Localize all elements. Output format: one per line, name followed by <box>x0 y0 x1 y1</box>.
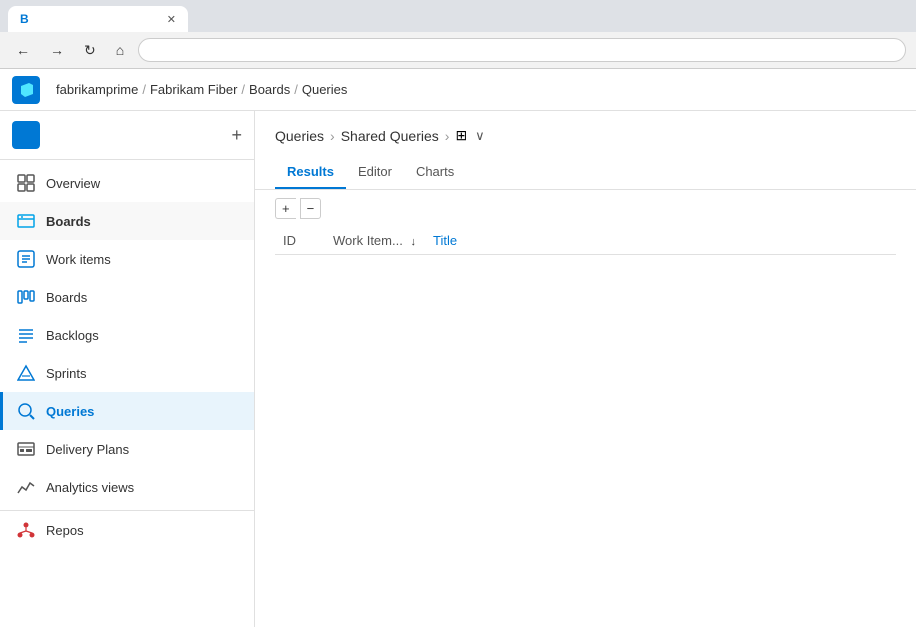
page-title-chevron[interactable]: ∨ <box>475 128 485 144</box>
content-area: Queries › Shared Queries › ⊞ ∨ Results E… <box>255 111 916 627</box>
sidebar-item-repos[interactable]: Repos <box>0 510 254 549</box>
new-tab-button[interactable] <box>192 15 208 23</box>
sidebar-item-queries-label: Queries <box>46 404 94 419</box>
boards-icon <box>16 287 36 307</box>
repos-icon <box>16 520 36 540</box>
back-button[interactable]: ← <box>10 40 36 60</box>
breadcrumb-fabrikam-fiber[interactable]: Fabrikam Fiber <box>150 82 237 97</box>
browser-tab-active[interactable]: B ✕ <box>8 6 188 32</box>
table-area: + − ID Work Item... ↓ Title <box>255 190 916 263</box>
boards-group-icon <box>16 211 36 231</box>
app-topbar: fabrikamprime / Fabrikam Fiber / Boards … <box>0 69 916 111</box>
col-header-id[interactable]: ID <box>275 227 325 255</box>
breadcrumb-sep-3: / <box>294 82 298 97</box>
home-button[interactable]: ⌂ <box>110 40 130 60</box>
sidebar-boards-group-label: Boards <box>46 214 91 229</box>
breadcrumb-chevron-2: › <box>445 128 450 144</box>
sidebar-item-queries[interactable]: Queries <box>0 392 254 430</box>
breadcrumb-queries[interactable]: Queries <box>302 82 348 97</box>
sidebar-item-overview[interactable]: Overview <box>0 164 254 202</box>
breadcrumb-fabrikamprime[interactable]: fabrikamprime <box>56 82 138 97</box>
sidebar-item-delivery-plans-label: Delivery Plans <box>46 442 129 457</box>
address-bar: ← → ↻ ⌂ <box>0 32 916 68</box>
url-bar[interactable] <box>138 38 906 62</box>
project-icon <box>12 121 40 149</box>
overview-icon <box>16 173 36 193</box>
forward-button[interactable]: → <box>44 40 70 60</box>
sidebar-item-boards[interactable]: Boards <box>0 278 254 316</box>
breadcrumb-boards[interactable]: Boards <box>249 82 290 97</box>
content-breadcrumb: Queries › Shared Queries › ⊞ ∨ <box>275 127 896 144</box>
topbar-breadcrumb: fabrikamprime / Fabrikam Fiber / Boards … <box>52 82 347 97</box>
sidebar-item-boards-group-header[interactable]: Boards <box>0 202 254 240</box>
work-items-icon <box>16 249 36 269</box>
sidebar-item-backlogs[interactable]: Backlogs <box>0 316 254 354</box>
sidebar-item-analytics-views[interactable]: Analytics views <box>0 468 254 506</box>
delivery-plans-icon <box>16 439 36 459</box>
tab-close-button[interactable]: ✕ <box>167 13 176 26</box>
main-area: + Overview Boards <box>0 111 916 627</box>
sidebar: + Overview Boards <box>0 111 255 627</box>
tab-bar-content: Results Editor Charts <box>275 156 896 189</box>
queries-icon <box>16 401 36 421</box>
sidebar-item-sprints[interactable]: Sprints <box>0 354 254 392</box>
table-header-row: ID Work Item... ↓ Title <box>275 227 896 255</box>
sprints-icon <box>16 363 36 383</box>
breadcrumb-sep-2: / <box>241 82 245 97</box>
content-header: Queries › Shared Queries › ⊞ ∨ Results E… <box>255 111 916 190</box>
tab-editor[interactable]: Editor <box>346 156 404 189</box>
browser-chrome: B ✕ ← → ↻ ⌂ <box>0 0 916 69</box>
tab-favicon: B <box>20 12 34 26</box>
sidebar-item-work-items[interactable]: Work items <box>0 240 254 278</box>
breadcrumb-shared-queries[interactable]: Shared Queries <box>341 128 439 144</box>
sidebar-project-header: + <box>0 111 254 160</box>
tab-results[interactable]: Results <box>275 156 346 189</box>
tab-charts[interactable]: Charts <box>404 156 466 189</box>
sidebar-item-work-items-label: Work items <box>46 252 111 267</box>
breadcrumb-chevron-1: › <box>330 128 335 144</box>
breadcrumb-queries[interactable]: Queries <box>275 128 324 144</box>
project-plus-button[interactable]: + <box>231 125 242 146</box>
breadcrumb-sep-1: / <box>142 82 146 97</box>
sidebar-item-boards-label: Boards <box>46 290 87 305</box>
sidebar-item-repos-label: Repos <box>46 523 84 538</box>
analytics-views-icon <box>16 477 36 497</box>
backlogs-icon <box>16 325 36 345</box>
results-table: ID Work Item... ↓ Title <box>275 227 896 255</box>
collapse-button[interactable]: − <box>300 198 322 219</box>
sidebar-item-sprints-label: Sprints <box>46 366 86 381</box>
work-in-progress-table-icon: ⊞ <box>455 127 467 144</box>
tab-bar: B ✕ <box>0 0 916 32</box>
table-controls: + − <box>275 198 896 219</box>
col-header-title[interactable]: Title <box>425 227 896 255</box>
azure-devops-logo <box>12 76 40 104</box>
sidebar-item-overview-label: Overview <box>46 176 100 191</box>
sidebar-nav: Overview Boards Work items <box>0 160 254 553</box>
expand-button[interactable]: + <box>275 198 296 219</box>
col-header-type[interactable]: Work Item... ↓ <box>325 227 425 255</box>
refresh-button[interactable]: ↻ <box>78 40 102 61</box>
sidebar-item-delivery-plans[interactable]: Delivery Plans <box>0 430 254 468</box>
app-layout: fabrikamprime / Fabrikam Fiber / Boards … <box>0 69 916 627</box>
sidebar-item-analytics-views-label: Analytics views <box>46 480 134 495</box>
sidebar-item-backlogs-label: Backlogs <box>46 328 99 343</box>
